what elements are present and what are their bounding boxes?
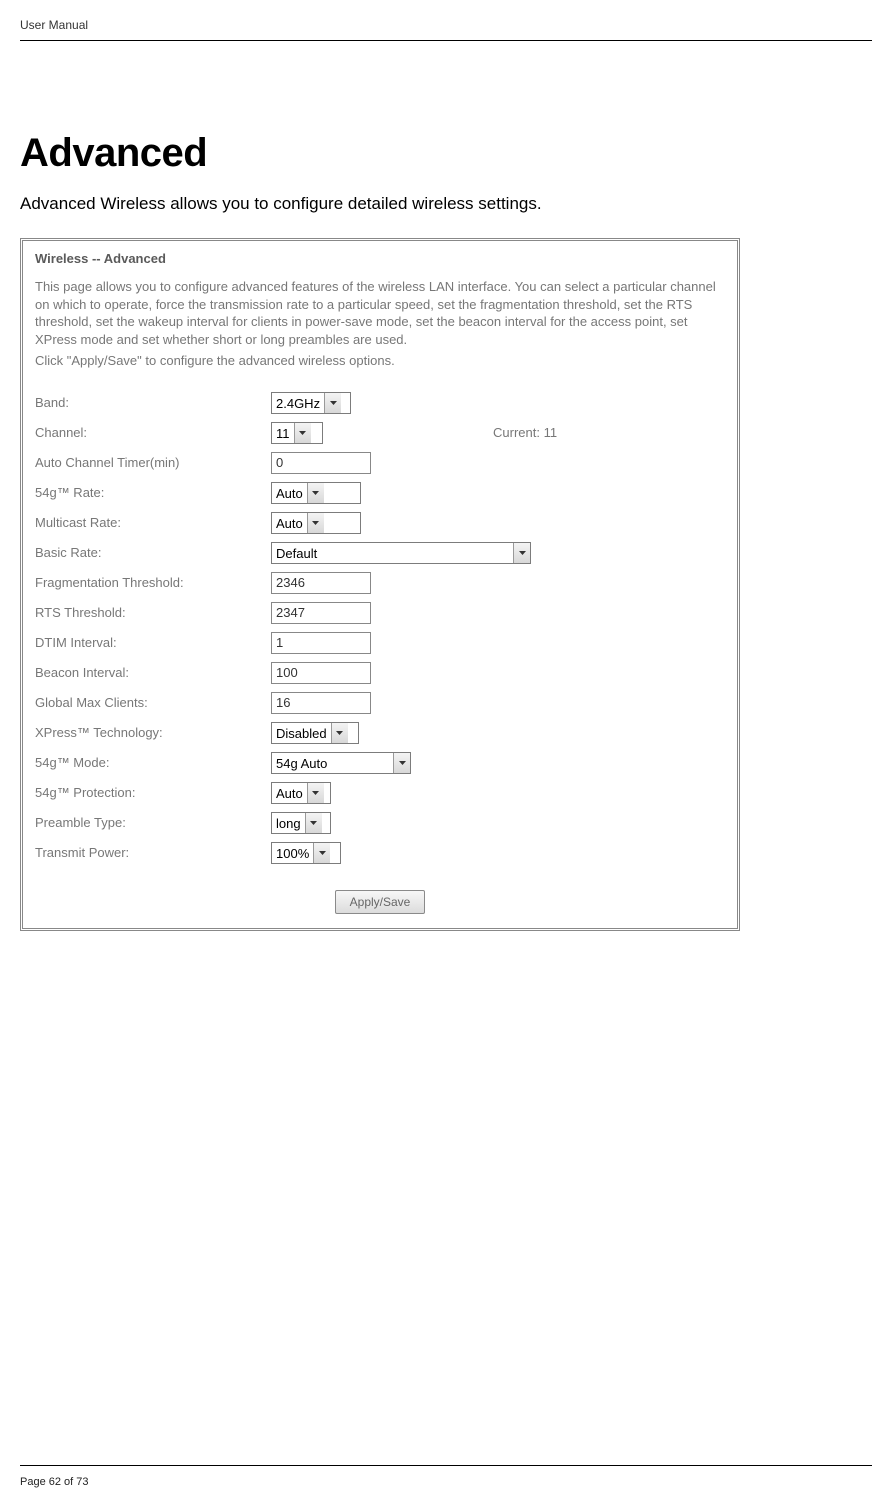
label-auto-channel-timer: Auto Channel Timer(min) [35, 455, 271, 470]
select-preamble-value: long [272, 813, 305, 833]
chevron-down-icon [331, 723, 348, 743]
row-rts-threshold: RTS Threshold: [35, 598, 725, 628]
current-channel-label: Current: 11 [493, 425, 557, 440]
row-frag-threshold: Fragmentation Threshold: [35, 568, 725, 598]
row-54g-mode: 54g™ Mode: 54g Auto [35, 748, 725, 778]
label-xpress: XPress™ Technology: [35, 725, 271, 740]
row-xpress: XPress™ Technology: Disabled [35, 718, 725, 748]
row-basic-rate: Basic Rate: Default [35, 538, 725, 568]
input-frag-threshold[interactable] [271, 572, 371, 594]
label-54g-rate: 54g™ Rate: [35, 485, 271, 500]
select-channel[interactable]: 11 [271, 422, 323, 444]
select-xpress-value: Disabled [272, 723, 331, 743]
page-footer: Page 62 of 73 [20, 1465, 872, 1490]
row-dtim-interval: DTIM Interval: [35, 628, 725, 658]
row-54g-rate: 54g™ Rate: Auto [35, 478, 725, 508]
select-54g-protection[interactable]: Auto [271, 782, 331, 804]
label-54g-mode: 54g™ Mode: [35, 755, 271, 770]
input-dtim-interval[interactable] [271, 632, 371, 654]
label-dtim-interval: DTIM Interval: [35, 635, 271, 650]
screenshot-panel: Wireless -- Advanced This page allows yo… [20, 238, 740, 931]
label-channel: Channel: [35, 425, 271, 440]
label-preamble: Preamble Type: [35, 815, 271, 830]
input-global-max-clients[interactable] [271, 692, 371, 714]
label-frag-threshold: Fragmentation Threshold: [35, 575, 271, 590]
row-preamble: Preamble Type: long [35, 808, 725, 838]
label-band: Band: [35, 395, 271, 410]
section-title: Advanced [20, 131, 872, 176]
row-band: Band: 2.4GHz [35, 388, 725, 418]
panel-title: Wireless -- Advanced [35, 251, 725, 266]
row-multicast-rate: Multicast Rate: Auto [35, 508, 725, 538]
select-54g-rate-value: Auto [272, 483, 307, 503]
input-rts-threshold[interactable] [271, 602, 371, 624]
select-tx-power-value: 100% [272, 843, 313, 863]
select-tx-power[interactable]: 100% [271, 842, 341, 864]
chevron-down-icon [305, 813, 322, 833]
chevron-down-icon [324, 393, 341, 413]
page-number: Page 62 of 73 [20, 1476, 89, 1488]
label-rts-threshold: RTS Threshold: [35, 605, 271, 620]
panel-instruction: Click "Apply/Save" to configure the adva… [35, 352, 725, 370]
select-54g-mode[interactable]: 54g Auto [271, 752, 411, 774]
section-description: Advanced Wireless allows you to configur… [20, 194, 872, 214]
select-54g-mode-value: 54g Auto [272, 753, 393, 773]
select-preamble[interactable]: long [271, 812, 331, 834]
chevron-down-icon [307, 783, 324, 803]
row-auto-channel-timer: Auto Channel Timer(min) [35, 448, 725, 478]
select-multicast-rate-value: Auto [272, 513, 307, 533]
apply-save-button[interactable]: Apply/Save [335, 890, 426, 914]
settings-form: Band: 2.4GHz Channel: 11 [35, 388, 725, 914]
input-beacon-interval[interactable] [271, 662, 371, 684]
label-54g-protection: 54g™ Protection: [35, 785, 271, 800]
select-channel-value: 11 [272, 423, 294, 443]
row-global-max-clients: Global Max Clients: [35, 688, 725, 718]
select-xpress[interactable]: Disabled [271, 722, 359, 744]
row-54g-protection: 54g™ Protection: Auto [35, 778, 725, 808]
chevron-down-icon [307, 483, 324, 503]
row-beacon-interval: Beacon Interval: [35, 658, 725, 688]
select-multicast-rate[interactable]: Auto [271, 512, 361, 534]
input-auto-channel-timer[interactable] [271, 452, 371, 474]
select-54g-rate[interactable]: Auto [271, 482, 361, 504]
label-basic-rate: Basic Rate: [35, 545, 271, 560]
chevron-down-icon [393, 753, 410, 773]
doc-header: User Manual [20, 18, 872, 41]
chevron-down-icon [307, 513, 324, 533]
label-global-max-clients: Global Max Clients: [35, 695, 271, 710]
select-basic-rate-value: Default [272, 543, 513, 563]
panel-paragraph: This page allows you to configure advanc… [35, 278, 725, 348]
select-54g-protection-value: Auto [272, 783, 307, 803]
chevron-down-icon [313, 843, 330, 863]
select-basic-rate[interactable]: Default [271, 542, 531, 564]
label-beacon-interval: Beacon Interval: [35, 665, 271, 680]
label-multicast-rate: Multicast Rate: [35, 515, 271, 530]
select-band-value: 2.4GHz [272, 393, 324, 413]
chevron-down-icon [513, 543, 530, 563]
label-tx-power: Transmit Power: [35, 845, 271, 860]
select-band[interactable]: 2.4GHz [271, 392, 351, 414]
row-tx-power: Transmit Power: 100% [35, 838, 725, 868]
chevron-down-icon [294, 423, 311, 443]
row-channel: Channel: 11 Current: 11 [35, 418, 725, 448]
